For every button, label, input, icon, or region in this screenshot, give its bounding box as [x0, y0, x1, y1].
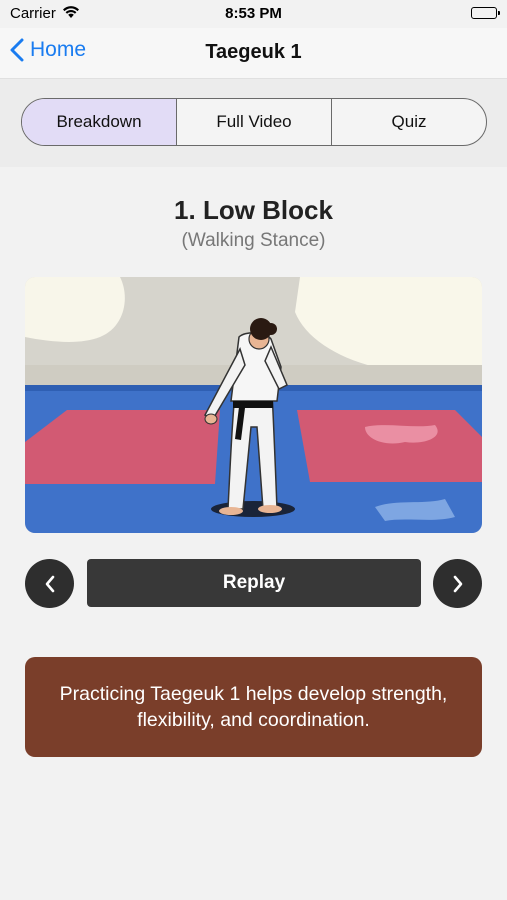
move-video[interactable]	[25, 277, 482, 533]
move-subtitle: (Walking Stance)	[181, 230, 326, 251]
segmented-control: Breakdown Full Video Quiz	[21, 98, 487, 146]
status-bar: Carrier 8:53 PM	[0, 0, 507, 28]
playback-controls: Replay	[25, 559, 482, 608]
segment-bar: Breakdown Full Video Quiz	[0, 79, 507, 167]
move-title: 1. Low Block	[174, 195, 333, 225]
page-title: Taegeuk 1	[205, 41, 302, 63]
info-card: Practicing Taegeuk 1 helps develop stren…	[25, 657, 482, 757]
replay-button[interactable]: Replay	[87, 559, 421, 607]
previous-move-button[interactable]	[25, 559, 74, 608]
segment-full-video[interactable]: Full Video	[176, 99, 331, 145]
clock: 8:53 PM	[225, 5, 282, 22]
segment-breakdown[interactable]: Breakdown	[22, 99, 176, 145]
navigation-bar: Home Taegeuk 1	[0, 28, 507, 79]
chevron-right-icon	[453, 575, 462, 592]
segment-quiz[interactable]: Quiz	[331, 99, 486, 145]
video-frame-image	[25, 277, 482, 533]
battery-icon	[471, 7, 500, 19]
info-text: Practicing Taegeuk 1 helps develop stren…	[59, 683, 448, 731]
next-move-button[interactable]	[433, 559, 482, 608]
chevron-left-icon	[45, 575, 54, 592]
